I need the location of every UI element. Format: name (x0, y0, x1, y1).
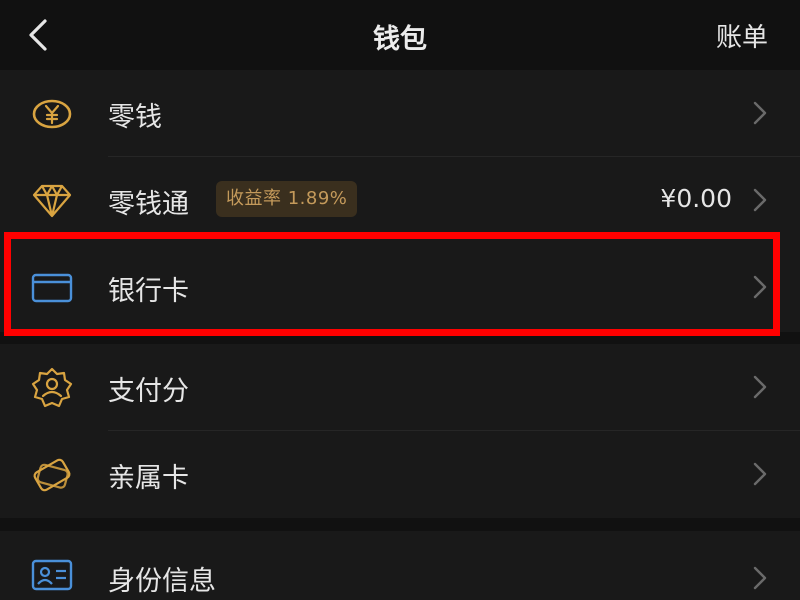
chevron-right-icon (753, 462, 767, 486)
bank-card-icon (31, 273, 73, 303)
item-label: 亲属卡 (108, 463, 189, 494)
list-item-change[interactable]: 零钱 (0, 70, 800, 157)
navigation-bar: 钱包 账单 (0, 0, 800, 70)
back-button[interactable] (18, 14, 58, 56)
bill-button[interactable]: 账单 (716, 17, 768, 54)
chevron-right-icon (753, 101, 767, 125)
pay-score-badge-icon (31, 367, 73, 408)
list-item-pay-score[interactable]: 支付分 (0, 344, 800, 431)
item-label: 支付分 (108, 376, 189, 407)
chevron-right-icon (753, 566, 767, 590)
family-card-icon (33, 458, 71, 492)
yuan-coin-icon (32, 99, 72, 129)
diamond-icon (32, 184, 72, 218)
list-item-family-card[interactable]: 亲属卡 (0, 431, 800, 518)
id-card-icon (31, 559, 73, 591)
item-label: 零钱通 (108, 189, 189, 220)
identity-section: 身份信息 (0, 531, 800, 600)
services-section: 支付分 亲属卡 (0, 344, 800, 518)
list-item-identity[interactable]: 身份信息 (0, 531, 800, 600)
chevron-left-icon (29, 19, 47, 51)
chevron-right-icon (753, 188, 767, 212)
list-item-bank-card[interactable]: 银行卡 (0, 244, 800, 331)
item-label: 银行卡 (108, 276, 189, 307)
list-item-licaitong[interactable]: 零钱通 收益率 1.89% ¥0.00 (0, 157, 800, 244)
wallet-section: 零钱 零钱通 收益率 1.89% ¥0.00 银行卡 (0, 70, 800, 332)
chevron-right-icon (753, 375, 767, 399)
yield-rate-badge: 收益率 1.89% (216, 181, 358, 217)
page-title: 钱包 (373, 24, 427, 55)
chevron-right-icon (753, 275, 767, 299)
balance-value: ¥0.00 (660, 184, 732, 213)
item-label: 零钱 (108, 102, 162, 133)
item-label: 身份信息 (108, 566, 216, 597)
